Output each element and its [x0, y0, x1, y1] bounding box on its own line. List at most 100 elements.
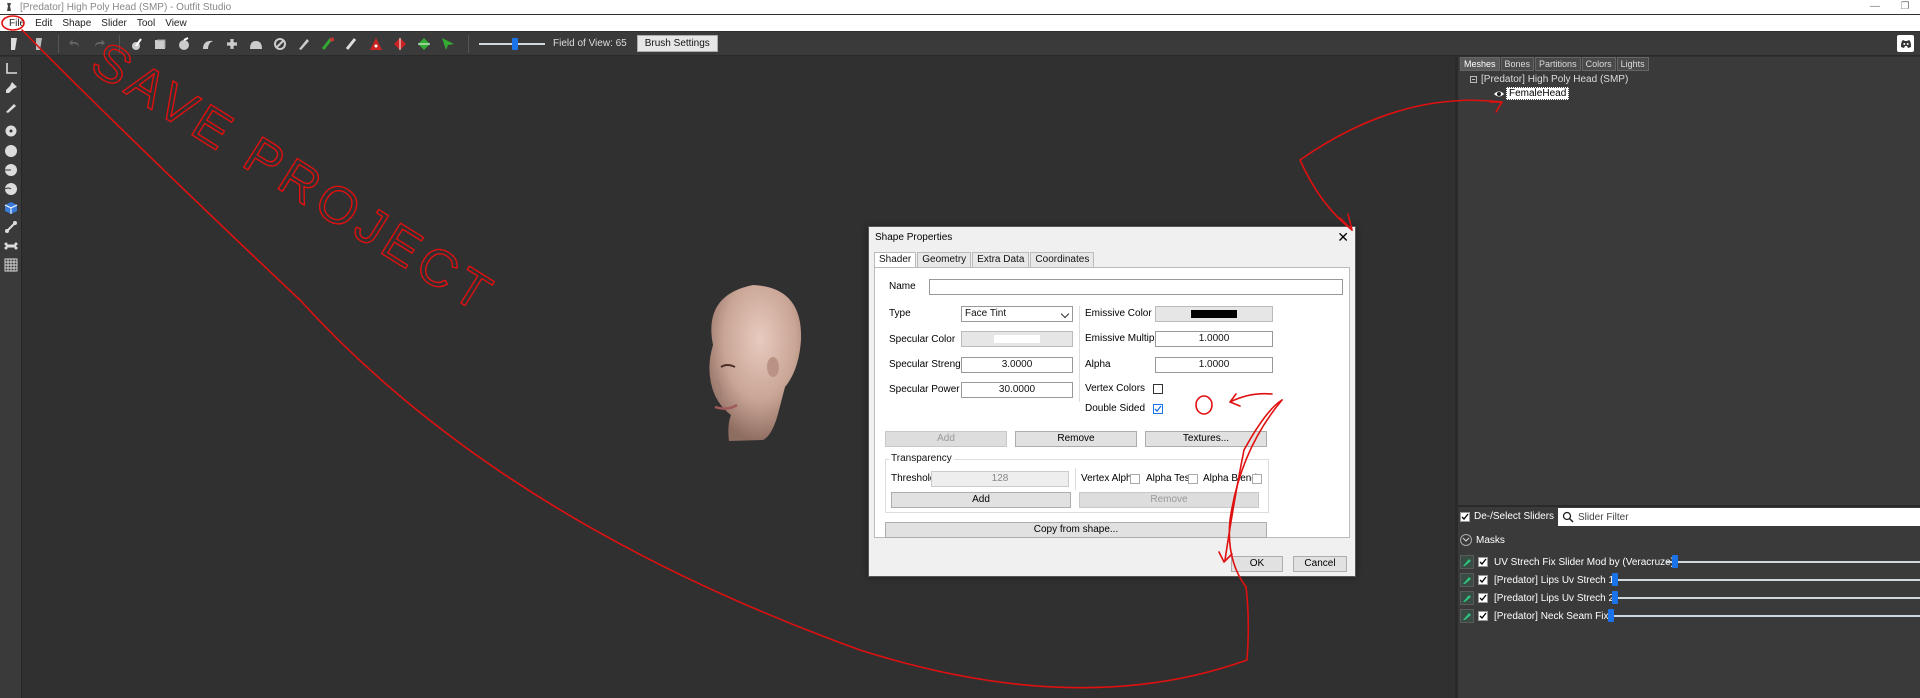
mask-brush-icon[interactable] — [150, 34, 170, 54]
half-sphere-icon[interactable] — [3, 162, 19, 178]
pen-tool-icon[interactable] — [3, 99, 19, 115]
textures-button[interactable]: Textures... — [1145, 431, 1267, 447]
type-select[interactable]: Face Tint — [961, 306, 1073, 322]
alpha-test-checkbox[interactable] — [1188, 474, 1198, 484]
ok-button[interactable]: OK — [1231, 556, 1283, 572]
slider-thumb[interactable] — [1608, 609, 1614, 622]
tab-shader[interactable]: Shader — [874, 252, 917, 267]
redo-icon[interactable] — [89, 34, 109, 54]
slider-checkbox[interactable] — [1478, 611, 1488, 621]
masks-group[interactable]: Masks — [1460, 534, 1505, 546]
slider-thumb[interactable] — [1612, 573, 1619, 586]
discord-icon[interactable] — [1897, 35, 1914, 52]
minimize-icon[interactable]: — — [1864, 0, 1886, 14]
cube-view-icon[interactable] — [3, 200, 19, 216]
slider-thumb[interactable] — [512, 37, 518, 50]
chevron-down-icon[interactable] — [1460, 534, 1472, 546]
collapse-vertex-icon[interactable] — [366, 34, 386, 54]
specular-power-field[interactable]: 30.0000 — [961, 382, 1073, 398]
slider-track[interactable] — [1608, 615, 1920, 617]
tab-partitions[interactable]: Partitions — [1535, 57, 1581, 71]
tab-lights[interactable]: Lights — [1616, 57, 1649, 71]
undo-icon[interactable] — [65, 34, 85, 54]
split-edge-icon[interactable] — [414, 34, 434, 54]
slider-row[interactable]: [Predator] Lips Uv Strech 1 — [1460, 572, 1920, 588]
slider-row[interactable]: [Predator] Neck Seam Fix — [1460, 608, 1920, 624]
sphere-view-icon[interactable] — [3, 143, 19, 159]
slider-track[interactable] — [1666, 561, 1920, 563]
close-icon[interactable]: ✕ — [1337, 229, 1349, 246]
select-sliders-toggle[interactable]: De-/Select Sliders — [1460, 511, 1554, 522]
brush-standard-icon[interactable] — [126, 34, 146, 54]
vertex-colors-checkbox[interactable] — [1153, 384, 1163, 394]
slider-checkbox[interactable] — [1478, 575, 1488, 585]
pin-tool-icon[interactable] — [3, 80, 19, 96]
slider-filter-input[interactable]: Slider Filter — [1558, 508, 1920, 526]
tab-geometry[interactable]: Geometry — [917, 252, 972, 267]
cancel-button[interactable]: Cancel — [1293, 556, 1347, 572]
deflate-brush-icon[interactable] — [198, 34, 218, 54]
remove-texture-button[interactable]: Remove — [1015, 431, 1137, 447]
select-tool-icon[interactable] — [4, 34, 24, 54]
bone-symmetry-icon[interactable] — [3, 238, 19, 254]
alpha-field[interactable]: 1.0000 — [1155, 357, 1273, 373]
alpha-brush-icon[interactable] — [342, 34, 362, 54]
slider-row[interactable]: [Predator] Lips Uv Strech 2 — [1460, 590, 1920, 606]
specular-strength-field[interactable]: 3.0000 — [961, 357, 1073, 373]
undiff-brush-icon[interactable] — [270, 34, 290, 54]
collapse-icon[interactable] — [1470, 76, 1477, 83]
edit-slider-icon[interactable] — [1460, 573, 1474, 587]
inflate-brush-icon[interactable] — [174, 34, 194, 54]
remove-transparency-button[interactable]: Remove — [1079, 492, 1259, 508]
menu-tool[interactable]: Tool — [132, 18, 160, 29]
copy-from-shape-button[interactable]: Copy from shape... — [885, 522, 1267, 538]
weight-brush-icon[interactable] — [294, 34, 314, 54]
project-tree-root[interactable]: [Predator] High Poly Head (SMP) — [1470, 74, 1628, 85]
restore-icon[interactable]: ❐ — [1894, 0, 1916, 14]
tab-bones[interactable]: Bones — [1500, 57, 1535, 71]
slider-track[interactable] — [1612, 579, 1920, 581]
tab-meshes[interactable]: Meshes — [1460, 57, 1500, 71]
axes-tool-icon[interactable] — [3, 61, 19, 77]
slider-row[interactable]: UV Strech Fix Slider Mod by (Veracruze) — [1460, 554, 1920, 570]
mesh-tree-item[interactable]: FemaleHead — [1493, 87, 1570, 100]
shade-sphere-icon[interactable] — [3, 181, 19, 197]
specular-color-picker[interactable] — [961, 331, 1073, 347]
slider-track[interactable] — [1612, 597, 1920, 599]
transform-tool-icon[interactable] — [28, 34, 48, 54]
emissive-multiple-field[interactable]: 1.0000 — [1155, 331, 1273, 347]
menu-slider[interactable]: Slider — [96, 18, 132, 29]
move-brush-icon[interactable] — [222, 34, 242, 54]
menu-shape[interactable]: Shape — [57, 18, 96, 29]
menu-edit[interactable]: Edit — [30, 18, 57, 29]
add-texture-button[interactable]: Add — [885, 431, 1007, 447]
double-sided-checkbox[interactable] — [1153, 404, 1163, 414]
move-vertex-icon[interactable] — [438, 34, 458, 54]
menu-file[interactable]: File — [4, 18, 30, 29]
name-field[interactable] — [929, 279, 1343, 295]
slider-checkbox[interactable] — [1478, 557, 1488, 567]
slider-checkbox[interactable] — [1478, 593, 1488, 603]
grid-toggle-icon[interactable] — [3, 257, 19, 273]
field-of-view-slider[interactable] — [479, 36, 545, 52]
brush-settings-button[interactable]: Brush Settings — [636, 35, 718, 52]
flip-edge-icon[interactable] — [390, 34, 410, 54]
slider-thumb[interactable] — [1612, 591, 1619, 604]
tab-coordinates[interactable]: Coordinates — [1030, 252, 1095, 267]
select-all-checkbox[interactable] — [1460, 511, 1470, 522]
vertex-alpha-checkbox[interactable] — [1130, 474, 1140, 484]
tab-extra-data[interactable]: Extra Data — [972, 252, 1030, 267]
tab-colors[interactable]: Colors — [1581, 57, 1616, 71]
menu-view[interactable]: View — [160, 18, 192, 29]
emissive-color-picker[interactable] — [1155, 306, 1273, 322]
alpha-blend-checkbox[interactable] — [1252, 474, 1262, 484]
smooth-brush-icon[interactable] — [246, 34, 266, 54]
bone-tool-icon[interactable] — [3, 219, 19, 235]
edit-slider-icon[interactable] — [1460, 555, 1474, 569]
edit-slider-icon[interactable] — [1460, 609, 1474, 623]
eye-icon[interactable] — [1493, 89, 1505, 99]
add-transparency-button[interactable]: Add — [891, 492, 1071, 508]
vertex-dot-small-icon[interactable] — [3, 123, 19, 139]
threshold-field[interactable]: 128 — [931, 471, 1069, 487]
slider-thumb[interactable] — [1671, 555, 1678, 568]
